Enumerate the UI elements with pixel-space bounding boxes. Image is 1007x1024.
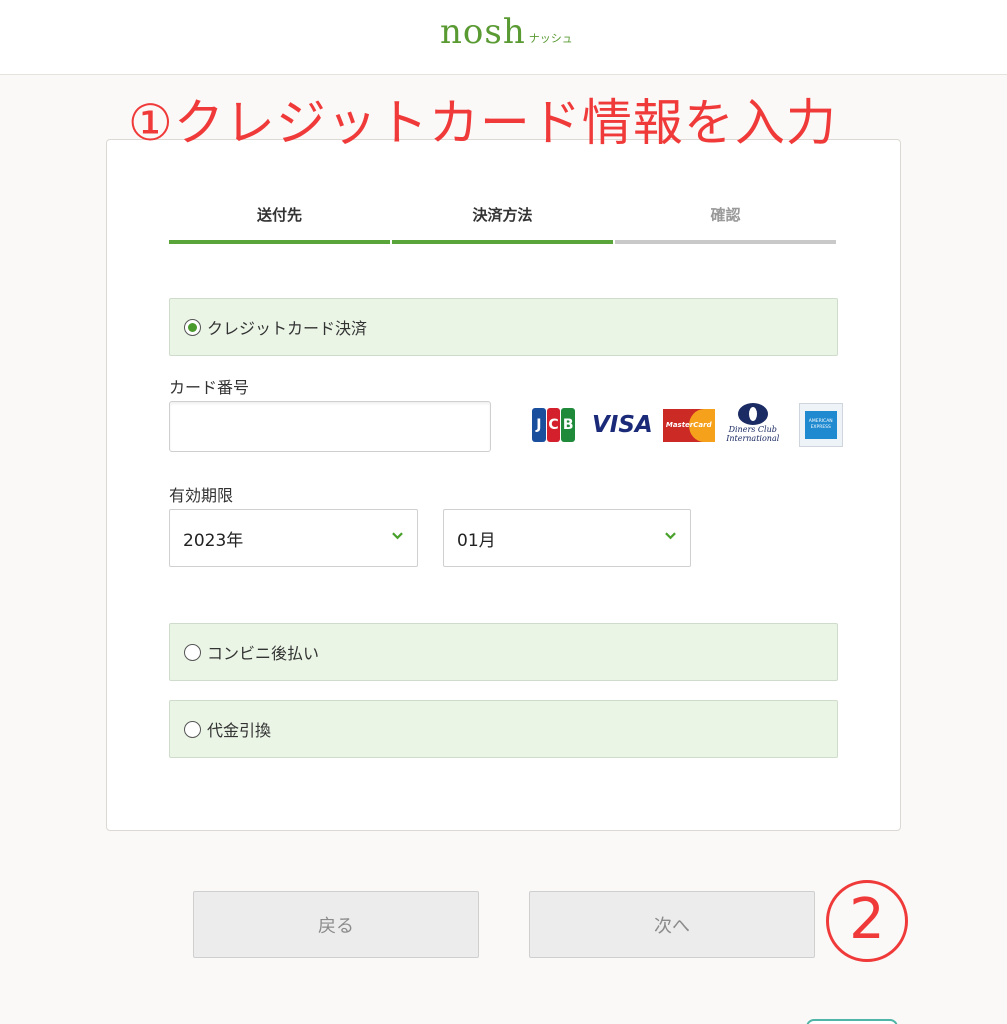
option-label-credit: クレジットカード決済 <box>207 319 368 338</box>
radio-selected-icon[interactable] <box>184 318 201 336</box>
site-header: nosh ナッシュ <box>0 0 1007 75</box>
jcb-logo-icon: J C B <box>532 408 576 442</box>
radio-empty-icon[interactable] <box>184 643 201 661</box>
annotation-step1: ①クレジットカード情報を入力 <box>128 94 837 152</box>
card-number-label: カード番号 <box>169 378 250 397</box>
diners-club-logo-icon: Diners Club International <box>725 403 781 447</box>
chat-widget-tab[interactable] <box>806 1019 898 1024</box>
back-button[interactable]: 戻る <box>193 891 479 958</box>
expiry-month-value: 01月 <box>457 530 496 551</box>
expiry-label: 有効期限 <box>169 486 234 505</box>
step-payment: 決済方法 <box>392 200 613 244</box>
annotation-step2: 2 <box>826 880 908 962</box>
option-label-convenience: コンビニ後払い <box>207 644 320 663</box>
diners-text-1: Diners Club <box>728 425 777 434</box>
payment-option-cod[interactable]: 代金引換 <box>169 700 838 758</box>
payment-option-credit[interactable]: クレジットカード決済 <box>169 298 838 356</box>
radio-empty-icon[interactable] <box>184 720 201 738</box>
card-number-input[interactable] <box>169 401 491 452</box>
amex-text-2: EXPRESS <box>810 425 831 430</box>
expiry-year-select[interactable]: 2023年 <box>169 509 418 567</box>
expiry-month-select[interactable]: 01月 <box>443 509 691 567</box>
checkout-steps: 送付先 決済方法 確認 <box>169 200 836 244</box>
option-label-cod: 代金引換 <box>207 721 272 740</box>
card-brand-logos: J C B VISA MasterCard Diners Club Intern… <box>532 402 843 448</box>
chevron-down-icon <box>665 532 676 540</box>
step-confirm: 確認 <box>615 200 836 244</box>
chevron-down-icon <box>392 532 403 540</box>
logo-kana: ナッシュ <box>528 32 573 45</box>
payment-option-convenience[interactable]: コンビニ後払い <box>169 623 838 681</box>
mastercard-text: MasterCard <box>665 421 712 429</box>
mastercard-logo-icon: MasterCard <box>662 408 715 442</box>
visa-logo-icon: VISA <box>592 412 653 438</box>
expiry-year-value: 2023年 <box>183 530 244 551</box>
step-shipping: 送付先 <box>169 200 390 244</box>
logo-text: nosh <box>440 12 526 52</box>
diners-text-2: International <box>726 434 780 443</box>
nosh-logo[interactable]: nosh ナッシュ <box>440 14 573 50</box>
next-button[interactable]: 次へ <box>529 891 815 958</box>
amex-logo-icon: AMERICAN EXPRESS <box>798 403 843 447</box>
